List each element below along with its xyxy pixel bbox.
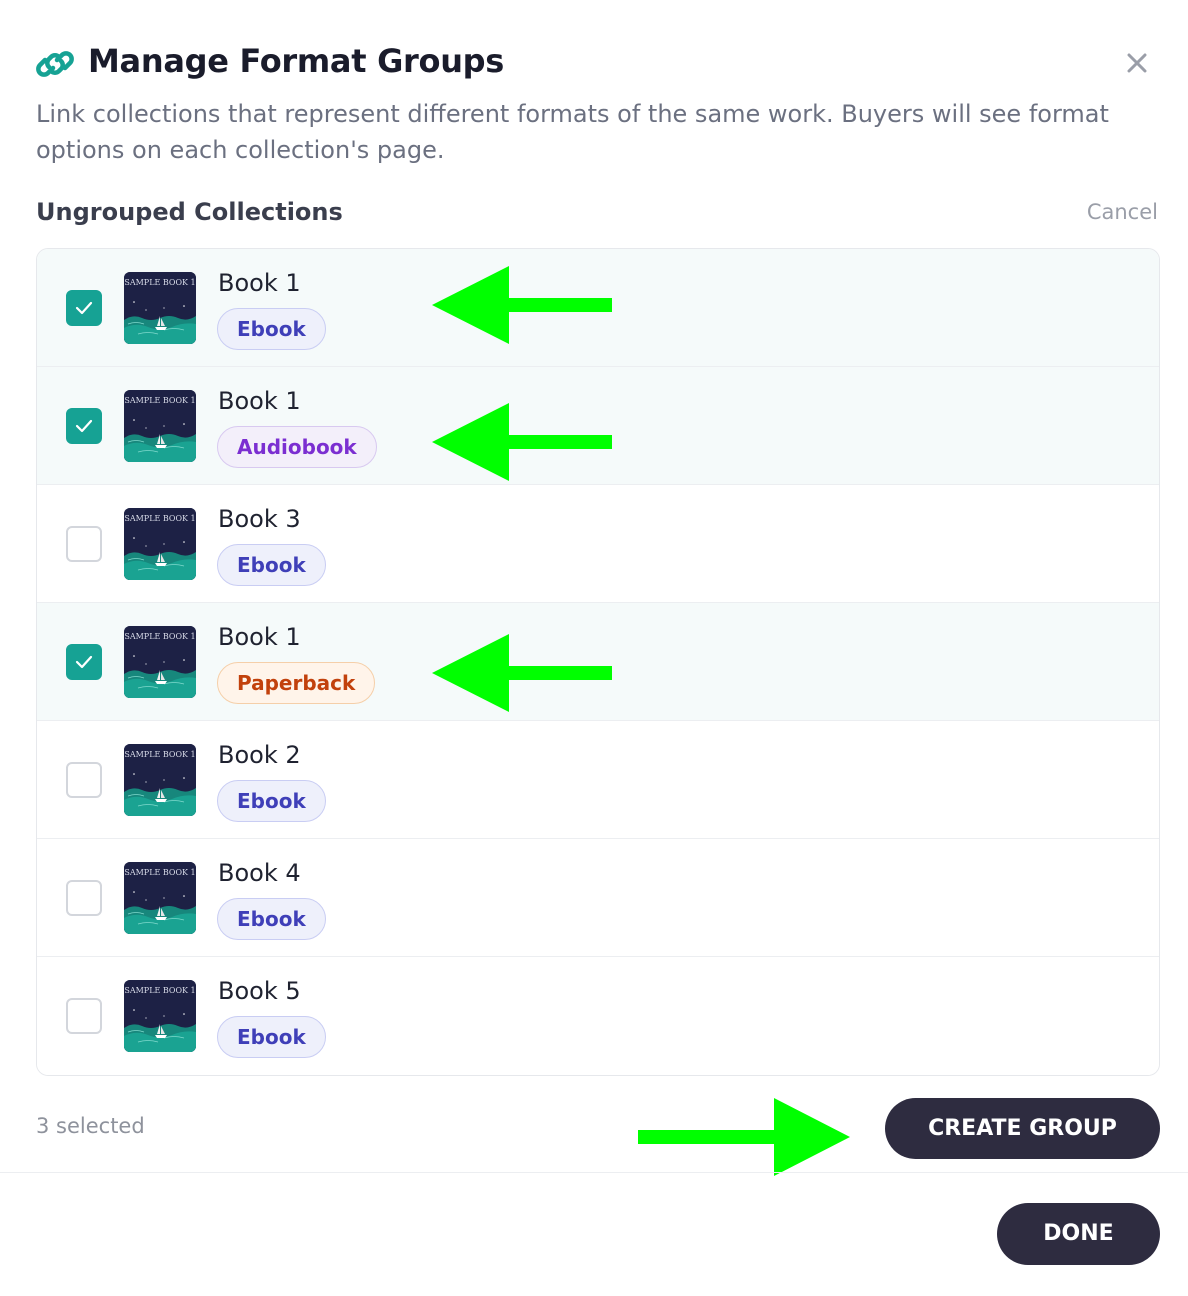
collection-row[interactable]: SAMPLE BOOK 1 Book 4 Ebook xyxy=(37,839,1159,957)
selected-count: 3 selected xyxy=(36,1114,145,1138)
collection-row[interactable]: SAMPLE BOOK 1 Book 5 Ebook xyxy=(37,957,1159,1075)
book-cover-text: SAMPLE BOOK 1 xyxy=(124,278,195,287)
footer-divider xyxy=(0,1172,1188,1173)
checkmark-icon xyxy=(75,655,93,669)
book-cover-text: SAMPLE BOOK 1 xyxy=(124,868,195,877)
collection-title: Book 1 xyxy=(218,387,301,415)
book-cover: SAMPLE BOOK 1 xyxy=(124,508,196,580)
book-cover-text: SAMPLE BOOK 1 xyxy=(124,986,195,995)
book-cover-art-icon: SAMPLE BOOK 1 xyxy=(124,626,196,698)
collection-row[interactable]: SAMPLE BOOK 1 Book 3 Ebook xyxy=(37,485,1159,603)
book-cover-art-icon: SAMPLE BOOK 1 xyxy=(124,508,196,580)
book-cover-art-icon: SAMPLE BOOK 1 xyxy=(124,272,196,344)
collection-checkbox[interactable] xyxy=(66,408,102,444)
section-title: Ungrouped Collections xyxy=(36,198,343,226)
book-cover-art-icon: SAMPLE BOOK 1 xyxy=(124,980,196,1052)
book-cover-art-icon: SAMPLE BOOK 1 xyxy=(124,744,196,816)
collection-title: Book 5 xyxy=(218,977,301,1005)
annotation-arrow-left-icon xyxy=(432,403,612,481)
close-icon[interactable] xyxy=(1124,50,1150,76)
collection-checkbox[interactable] xyxy=(66,762,102,798)
book-cover-text: SAMPLE BOOK 1 xyxy=(124,632,195,641)
cancel-link[interactable]: Cancel xyxy=(1087,200,1158,224)
book-cover-text: SAMPLE BOOK 1 xyxy=(124,514,195,523)
link-icon xyxy=(36,51,74,77)
dialog-title: Manage Format Groups xyxy=(88,42,505,80)
book-cover-art-icon: SAMPLE BOOK 1 xyxy=(124,390,196,462)
format-badge: Ebook xyxy=(217,898,326,940)
collection-title: Book 3 xyxy=(218,505,301,533)
create-group-button[interactable]: CREATE GROUP xyxy=(885,1098,1160,1159)
book-cover: SAMPLE BOOK 1 xyxy=(124,626,196,698)
format-badge: Ebook xyxy=(217,544,326,586)
book-cover: SAMPLE BOOK 1 xyxy=(124,980,196,1052)
collection-checkbox[interactable] xyxy=(66,644,102,680)
done-button[interactable]: DONE xyxy=(997,1203,1160,1265)
collection-checkbox[interactable] xyxy=(66,880,102,916)
annotation-arrow-left-icon xyxy=(432,266,612,344)
collection-checkbox[interactable] xyxy=(66,526,102,562)
checkmark-icon xyxy=(75,301,93,315)
checkmark-icon xyxy=(75,419,93,433)
book-cover: SAMPLE BOOK 1 xyxy=(124,272,196,344)
collection-row[interactable]: SAMPLE BOOK 1 Book 2 Ebook xyxy=(37,721,1159,839)
book-cover: SAMPLE BOOK 1 xyxy=(124,862,196,934)
collection-checkbox[interactable] xyxy=(66,998,102,1034)
collection-title: Book 1 xyxy=(218,269,301,297)
collection-title: Book 1 xyxy=(218,623,301,651)
format-badge: Ebook xyxy=(217,308,326,350)
format-badge: Ebook xyxy=(217,780,326,822)
annotation-arrow-right-icon xyxy=(638,1098,850,1176)
format-badge: Paperback xyxy=(217,662,376,704)
book-cover-art-icon: SAMPLE BOOK 1 xyxy=(124,862,196,934)
collection-title: Book 2 xyxy=(218,741,301,769)
book-cover: SAMPLE BOOK 1 xyxy=(124,390,196,462)
format-badge: Ebook xyxy=(217,1016,326,1058)
dialog-description: Link collections that represent differen… xyxy=(36,100,1109,164)
collection-checkbox[interactable] xyxy=(66,290,102,326)
collection-title: Book 4 xyxy=(218,859,301,887)
format-badge: Audiobook xyxy=(217,426,377,468)
annotation-arrow-left-icon xyxy=(432,634,612,712)
book-cover-text: SAMPLE BOOK 1 xyxy=(124,396,195,405)
book-cover-text: SAMPLE BOOK 1 xyxy=(124,750,195,759)
dialog-header: Manage Format Groups xyxy=(36,40,1152,90)
book-cover: SAMPLE BOOK 1 xyxy=(124,744,196,816)
